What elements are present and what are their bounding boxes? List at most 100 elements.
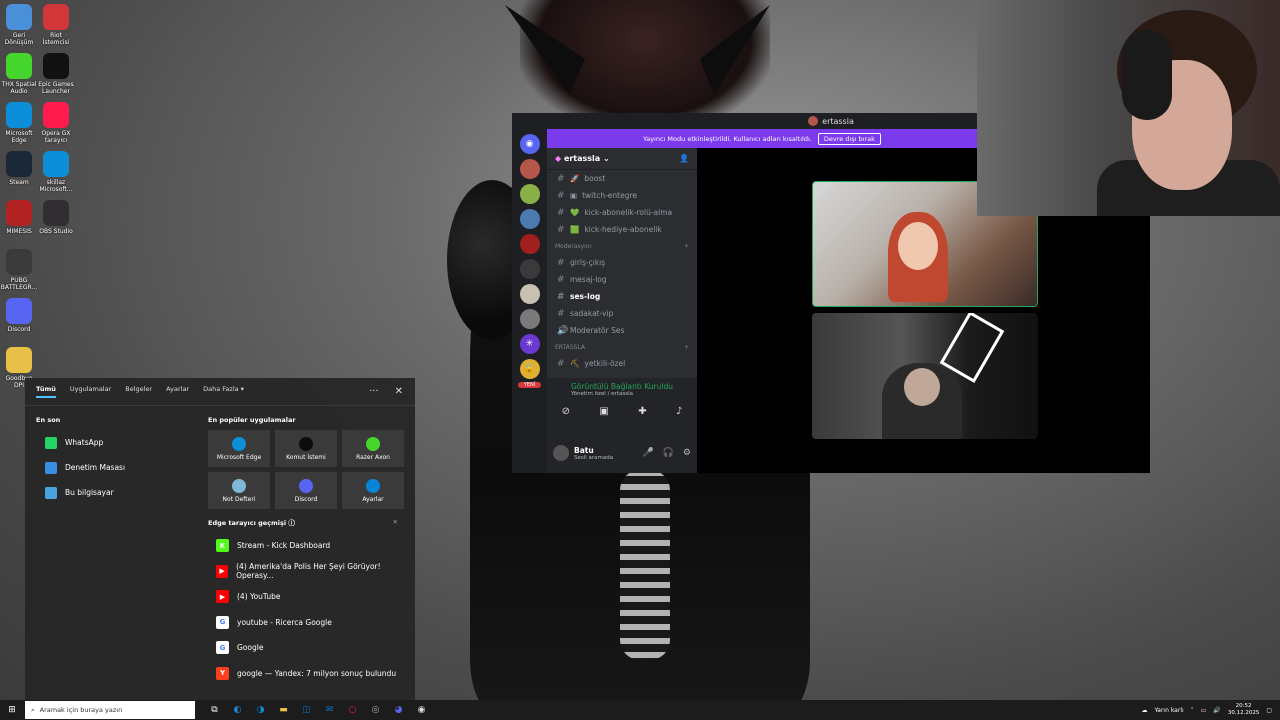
channel-item[interactable]: # mesaj-log (547, 271, 697, 288)
server-header[interactable]: ◆ ertassla ⌄ 👤 (547, 148, 697, 170)
history-item[interactable]: ▶ (4) Amerika'da Polis Her Şeyi Görüyor! … (208, 559, 408, 585)
app-tile[interactable]: Microsoft Edge (208, 430, 270, 467)
search-box[interactable]: ⌕ Aramak için buraya yazın (25, 701, 195, 719)
server-icon[interactable] (519, 184, 540, 204)
server-icon[interactable] (519, 159, 540, 179)
desktop-icon[interactable]: Opera GX tarayıcı (37, 102, 75, 144)
soundboard-icon[interactable]: ♪ (676, 406, 682, 417)
steam-icon[interactable]: ◎ (368, 703, 383, 718)
recent-item[interactable]: Bu bilgisayar (25, 480, 200, 505)
search-tab[interactable]: Belgeler (125, 385, 152, 398)
desktop-icon[interactable]: Epic Games Launcher (37, 53, 75, 95)
edge-icon[interactable]: ◐ (230, 703, 245, 718)
chevron-up-icon[interactable]: ˄ (1191, 707, 1194, 714)
video-tile-participant-2[interactable] (812, 313, 1038, 439)
channel-item[interactable]: # 💚 kick-abonelik-rolü-alma (547, 204, 697, 221)
close-icon[interactable]: ✕ (395, 386, 403, 397)
desktop-icon[interactable]: PUBG BATTLEGR... (0, 249, 38, 291)
desktop-icon[interactable]: Discord (0, 298, 38, 333)
notification-icon[interactable]: ▢ (1266, 707, 1272, 714)
desktop-icon[interactable]: Geri Dönüşüm (0, 4, 38, 46)
history-item-label: Stream - Kick Dashboard (237, 541, 331, 551)
hash-icon: # (557, 207, 565, 218)
desktop-icon[interactable]: skillaz Microsoft... (37, 151, 75, 193)
streamer-mode-banner: Yayıncı Modu etkinleştirildi. Kullanıcı … (547, 129, 977, 148)
lock-icon[interactable]: 🔒 (519, 359, 540, 379)
clock[interactable]: 20:52 30.12.2025 (1228, 703, 1260, 717)
camera-off-icon[interactable]: ⊘ (562, 406, 570, 417)
volume-icon[interactable]: 🔊 (1213, 707, 1220, 714)
channel-item[interactable]: # sadakat-vip (547, 305, 697, 322)
channel-item[interactable]: # giriş-çıkış (547, 254, 697, 271)
channel-item[interactable]: # ▣ twitch-entegre (547, 187, 697, 204)
channel-item[interactable]: # 🚀 boost (547, 170, 697, 187)
store-icon[interactable]: ◫ (299, 703, 314, 718)
discord-icon (6, 298, 32, 324)
recent-item[interactable]: WhatsApp (25, 430, 200, 455)
windows-start-icon[interactable]: ⊞ (0, 700, 24, 720)
desktop-icon[interactable]: MIMESIS (0, 200, 38, 235)
desktop-icon[interactable]: Riot İstemcisi (37, 4, 75, 46)
server-icon[interactable] (519, 209, 540, 229)
edge-icon[interactable]: ◑ (253, 703, 268, 718)
file-explorer-icon[interactable]: ▬ (276, 703, 291, 718)
server-avatar-icon (808, 116, 819, 126)
history-item[interactable]: Gyoutube - Ricerca Google (208, 610, 408, 636)
screen-share-icon[interactable]: ▣ (599, 406, 608, 417)
history-item[interactable]: Ygoogle — Yandex: 7 milyon sonuç bulundu (208, 661, 408, 687)
desktop-icon-label: Discord (7, 326, 31, 333)
channel-yetkili-ozel[interactable]: # ⛏ yetkili-özel (547, 355, 697, 372)
server-icon[interactable]: ✳ (519, 334, 540, 354)
search-tab[interactable]: Daha Fazla ▾ (203, 385, 244, 398)
mail-icon[interactable]: ✉ (322, 703, 337, 718)
close-icon[interactable]: ✕ (393, 518, 398, 526)
obs-icon[interactable]: ◉ (414, 703, 429, 718)
weather-text[interactable]: Yarın karlı (1154, 707, 1183, 714)
app-tile[interactable]: Discord (275, 472, 337, 509)
recent-item[interactable]: Denetim Masası (25, 455, 200, 480)
desktop-icon[interactable]: Steam (0, 151, 38, 186)
server-icon[interactable] (519, 309, 540, 329)
app-tile[interactable]: Razer Axon (342, 430, 404, 467)
desktop-icon[interactable]: Microsoft Edge (0, 102, 38, 144)
hash-icon: # (557, 358, 565, 369)
search-tab[interactable]: Ayarlar (166, 385, 189, 398)
disable-streamer-mode-button[interactable]: Devre dışı bırak (817, 132, 881, 145)
add-member-icon[interactable]: 👤 (679, 154, 689, 163)
search-tab[interactable]: Tümü (36, 385, 56, 398)
search-input[interactable]: Aramak için buraya yazın (40, 706, 123, 714)
app-tile[interactable]: Not Defteri (208, 472, 270, 509)
microphone-icon[interactable]: 🎤 (642, 448, 653, 458)
history-item[interactable]: K Stream - Kick Dashboard (208, 533, 408, 559)
app-tile[interactable]: Komut İstemi (275, 430, 337, 467)
opera-icon[interactable]: ○ (345, 703, 360, 718)
app-tile[interactable]: Ayarlar (342, 472, 404, 509)
category-ertassla[interactable]: ERTASSLA + (547, 339, 697, 355)
search-tab[interactable]: Uygulamalar (70, 385, 111, 398)
channel-item[interactable]: 🔊 Moderatör Ses (547, 322, 697, 339)
desktop-icon-label: skillaz Microsoft... (39, 179, 73, 193)
info-icon[interactable]: ⓘ (288, 519, 295, 527)
server-icon[interactable] (519, 284, 540, 304)
task-view-icon[interactable]: ⧉ (207, 703, 222, 718)
network-icon[interactable]: ▭ (1201, 707, 1207, 714)
server-icon[interactable] (519, 259, 540, 279)
gear-icon[interactable]: ⚙ (683, 448, 691, 458)
history-item[interactable]: ▶ (4) YouTube (208, 584, 408, 610)
server-icon[interactable] (519, 234, 540, 254)
channel-item[interactable]: # ses-log (547, 288, 697, 305)
channel-item[interactable]: # 🟩 kick-hediye-abonelik (547, 221, 697, 238)
discord-icon[interactable]: ◕ (391, 703, 406, 718)
history-item[interactable]: G Google (208, 635, 408, 661)
avatar[interactable] (553, 445, 569, 461)
desktop-icon[interactable]: THX Spatial Audio (0, 53, 38, 95)
recent-section: En son WhatsApp Denetim Masası Bu bilgisay… (25, 406, 200, 700)
desktop-icon-label: Riot İstemcisi (42, 32, 70, 46)
activities-icon[interactable]: ✚ (638, 406, 646, 417)
recent-item-label: Bu bilgisayar (65, 488, 114, 497)
discord-home-icon[interactable]: ◉ (519, 134, 540, 154)
category-moderasyon[interactable]: Moderasyon + (547, 238, 697, 254)
more-options-icon[interactable]: ··· (369, 386, 379, 397)
desktop-icon[interactable]: OBS Studio (37, 200, 75, 235)
headphones-icon[interactable]: 🎧 (663, 448, 674, 458)
